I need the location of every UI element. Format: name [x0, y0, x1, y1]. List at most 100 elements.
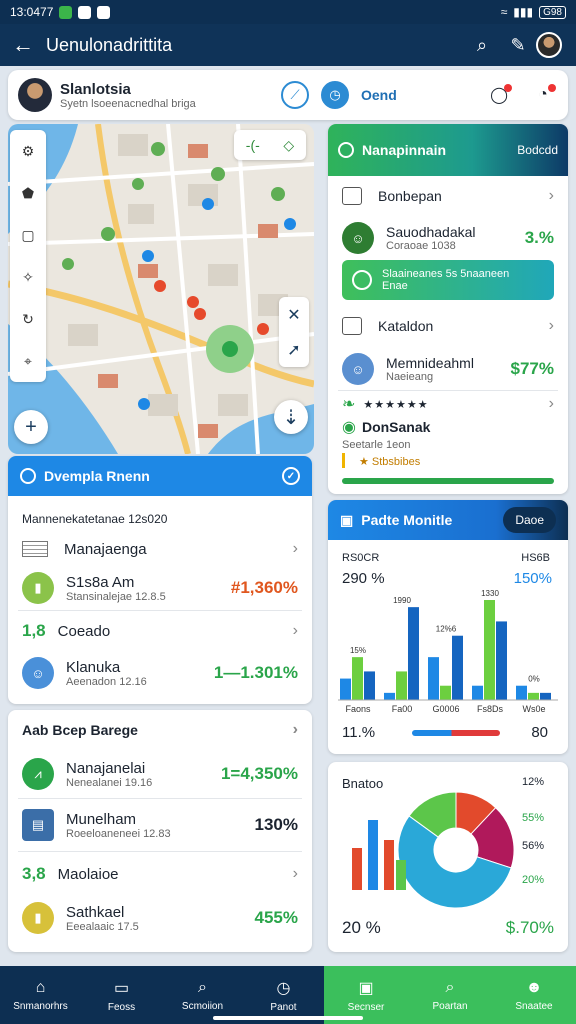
- chevron-right-icon: ›: [292, 865, 298, 882]
- layers-icon[interactable]: ⚙: [22, 143, 35, 160]
- list-item[interactable]: ▮ S1s8a Am Stansinalejae 12.8.5 #1,360%: [8, 566, 312, 610]
- chart-card-action[interactable]: Daoe: [503, 507, 556, 533]
- chevron-right-icon: ›: [292, 622, 298, 639]
- nav-item-search-2[interactable]: ⌕ Poartan: [408, 966, 492, 1024]
- item-sub: Roeeloaneneei 12.83: [66, 827, 171, 840]
- panel2-header[interactable]: Aab Bcep Barege ›: [8, 710, 312, 750]
- map-side-controls: ✕ ➚: [279, 297, 309, 367]
- notification-icon[interactable]: ◔: [528, 80, 558, 110]
- list-item[interactable]: ▤ Munelham Roeeloaneneei 12.83 130%: [8, 799, 312, 851]
- locate-icon[interactable]: ⌖: [24, 353, 32, 370]
- rating-row[interactable]: ❧ ★★★★★★ ›: [328, 391, 568, 417]
- nav-label: Secnser: [347, 1001, 385, 1013]
- list-item[interactable]: 3,8 Maolaioe ›: [8, 852, 312, 896]
- chart-card-header: ▣ Padte Monitle Daoe: [328, 500, 568, 540]
- banner-text: Slaaineanes 5s 5naaneen: [382, 268, 510, 280]
- user-code: Oend: [361, 87, 397, 103]
- clock-icon[interactable]: ◷: [321, 81, 349, 109]
- x-tick-label: G0006: [432, 704, 459, 714]
- nav-label: Scmoiion: [181, 1000, 224, 1012]
- home-icon: ⌂: [35, 978, 46, 996]
- list-item[interactable]: 1,8 Coeado ›: [8, 611, 312, 651]
- bar: [340, 678, 351, 700]
- list-item[interactable]: ☺ Memnideahml Naeieang $77%: [328, 348, 568, 390]
- bar: [364, 671, 375, 700]
- route-icon[interactable]: -(-: [246, 137, 260, 153]
- right-panel-header: Nanapinnain Bodcdd: [328, 124, 568, 176]
- list-item[interactable]: Kataldon ›: [328, 304, 568, 348]
- bar: [528, 692, 539, 700]
- list-item[interactable]: Bonbepan ›: [328, 176, 568, 216]
- nav-item-profile[interactable]: ☻ Snaatee: [492, 966, 576, 1024]
- list-item[interactable]: ▮ Sathkael Eeealaaic 17.5 455%: [8, 896, 312, 940]
- nav-label: Snmanorhrs: [13, 1000, 68, 1012]
- refresh-icon[interactable]: ↻: [22, 311, 34, 328]
- nav-item-home[interactable]: ⌂ Snmanorhrs: [0, 966, 81, 1024]
- right-panel-title: Nanapinnain: [362, 142, 447, 158]
- chart-footer-left: 11.%: [342, 724, 376, 741]
- navigate-icon[interactable]: ➚: [287, 340, 300, 360]
- status-title: DonSanak: [361, 419, 431, 435]
- item-value: #1,360%: [230, 578, 298, 597]
- home-indicator[interactable]: [213, 1016, 363, 1020]
- marker-icon[interactable]: ⬟: [22, 185, 34, 202]
- ratio-bar: [412, 730, 500, 736]
- avatar: ☺: [342, 353, 374, 385]
- list-item[interactable]: ☺ Klanuka Aeenadon 12.16 1—1.301%: [8, 651, 312, 695]
- search-icon[interactable]: ⌕: [464, 35, 500, 56]
- app-notification-icon: [97, 5, 111, 19]
- pie-legend-value: 20%: [521, 874, 544, 886]
- data-label: 1990: [393, 596, 411, 605]
- pie-left-value: 20 %: [342, 918, 381, 937]
- diamond-icon[interactable]: ◇: [283, 137, 294, 154]
- chevron-right-icon: ›: [548, 187, 554, 204]
- polygon-icon[interactable]: ✧: [22, 269, 34, 286]
- list-item[interactable]: ☺ Sauodhadakal Coraoae 1038 3.%: [328, 216, 568, 260]
- app-notification-icon: [78, 5, 92, 19]
- data-label: 15%: [350, 646, 366, 655]
- chat-icon[interactable]: ◯: [484, 80, 514, 110]
- compass-icon[interactable]: ⟋: [281, 81, 309, 109]
- left-panel-title: Dvempla Rnenn: [44, 468, 150, 484]
- profile-avatar[interactable]: [536, 32, 562, 58]
- bar: [452, 635, 463, 700]
- inbox-icon: ▭: [113, 979, 130, 997]
- item-value: 3.%: [524, 228, 554, 247]
- person-icon: ☻: [525, 978, 543, 996]
- item-sub: Naeieang: [386, 371, 434, 383]
- edit-icon[interactable]: ✎: [500, 35, 536, 56]
- back-arrow-icon[interactable]: ←: [0, 32, 46, 58]
- item-label: Coeado: [57, 622, 111, 640]
- mini-bar: [368, 820, 378, 890]
- status-row: ◉ DonSanak: [328, 417, 568, 437]
- nav-item-inbox[interactable]: ▭ Feoss: [81, 966, 162, 1024]
- user-avatar[interactable]: [18, 78, 52, 112]
- bar: [516, 685, 527, 700]
- item-value: 455%: [254, 908, 298, 927]
- city-map[interactable]: [8, 124, 314, 454]
- nav-label: Poartan: [432, 1000, 468, 1012]
- list-item[interactable]: ⩘ Nanajanelai Nenealanei 19.16 1=4,350%: [8, 750, 312, 798]
- calendar-icon: [342, 317, 362, 335]
- item-label: Memnideahml: [386, 355, 474, 371]
- promo-banner[interactable]: Slaaineanes 5s 5naaneen Enae: [342, 260, 554, 300]
- square-icon[interactable]: ▢: [21, 227, 34, 244]
- chart-card: ▣ Padte Monitle Daoe RS0CR HS6B 290 % 15…: [328, 500, 568, 754]
- user-bar: Slanlotsia Syetn lsoeenacnedhal briga ⟋ …: [8, 70, 568, 120]
- list-item[interactable]: Manajaenga ›: [8, 532, 312, 566]
- check-icon[interactable]: ✓: [282, 467, 300, 485]
- circle-icon: [338, 142, 354, 158]
- status-time: 13:0477: [10, 5, 54, 19]
- status-subtitle: Seetarle 1eon: [342, 439, 411, 451]
- avatar: ☺: [342, 222, 374, 254]
- right-panel: Nanapinnain Bodcdd Bonbepan › ☺ Sauodhad…: [328, 124, 568, 494]
- bar: [396, 671, 407, 700]
- item-label: Kataldon: [378, 318, 434, 334]
- bar-chart: Faons 15% Fa00 1990 G0006 12%6 Fs8Ds 1330 Ws0e 0%: [338, 589, 558, 714]
- close-icon[interactable]: ✕: [287, 305, 300, 325]
- compass-button[interactable]: ⇣: [274, 400, 308, 434]
- lock-icon: ▣: [340, 511, 354, 528]
- zoom-in-button[interactable]: +: [14, 410, 48, 444]
- right-panel-action[interactable]: Bodcdd: [517, 143, 558, 157]
- map-tools: ⚙ ⬟ ▢ ✧ ↻ ⌖: [10, 130, 46, 382]
